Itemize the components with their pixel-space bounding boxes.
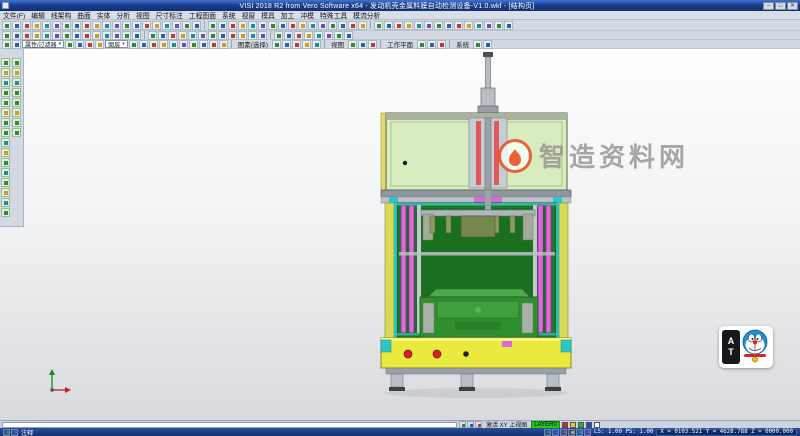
status-icon-group	[3, 429, 18, 436]
toolbar-icon[interactable]	[459, 421, 466, 428]
toolbar-icon[interactable]	[1, 138, 10, 147]
toolbar-icon[interactable]	[1, 128, 10, 137]
layer-color-swatch[interactable]	[562, 422, 568, 428]
layer-color-swatch[interactable]	[578, 422, 584, 428]
toolbar-icon[interactable]	[1, 108, 10, 117]
machine-3d-model[interactable]	[0, 0, 800, 436]
toolbar-icon[interactable]	[1, 178, 10, 187]
toolbar-icon[interactable]	[12, 98, 21, 107]
toolbar-icon[interactable]	[1, 88, 10, 97]
scale-readout: LS: 1.00 PS: 1.00	[594, 429, 653, 435]
toolbar-icon[interactable]	[1, 198, 10, 207]
toolbar-icon[interactable]	[1, 58, 10, 67]
toolbar-icon[interactable]	[544, 429, 551, 436]
layer-color-swatch[interactable]	[594, 422, 600, 428]
toolbar-icon[interactable]	[3, 429, 10, 436]
toolbar-icon[interactable]	[12, 78, 21, 87]
toolbar-icon[interactable]	[1, 148, 10, 157]
toolbar-icon[interactable]	[1, 208, 10, 217]
prompt-label: 注释	[21, 428, 33, 436]
left-toolbar-strip	[1, 58, 10, 217]
visi-application-window: VISI 2018 R2 from Vero Software x64 - 发动…	[0, 0, 800, 436]
toolbar-icon[interactable]	[552, 429, 559, 436]
toolbar-icon[interactable]	[1, 118, 10, 127]
watermark-text: 智造资料网	[539, 137, 689, 174]
toolbar-icon[interactable]	[1, 158, 10, 167]
toolbar-icon[interactable]	[1, 168, 10, 177]
at-badge-icon: A T	[722, 330, 740, 364]
status-row-upper: 激活 XY 上视图 LAYER0	[0, 420, 800, 428]
status-bar: 注释 LS: 1.00 PS: 1.00 X = 0103.521 Y = 46…	[0, 428, 800, 436]
toolbar-icon[interactable]	[576, 429, 583, 436]
toolbar-icon[interactable]	[467, 421, 474, 428]
watermark: 智造资料网	[497, 137, 689, 174]
corner-badge-card: A T	[719, 326, 773, 368]
layer-color-swatch[interactable]	[586, 422, 592, 428]
toolbar-icon[interactable]	[12, 68, 21, 77]
toolbar-icon[interactable]	[12, 88, 21, 97]
coordinates-readout: X = 0103.521 Y = 4628.788 Z = 0000.000	[656, 429, 797, 436]
layer-color-swatch[interactable]	[570, 422, 576, 428]
toolbar-icon[interactable]	[475, 421, 482, 428]
ucs-axis-triad	[49, 369, 71, 393]
status-icon-group	[459, 421, 482, 428]
at-badge-letter-bottom: T	[728, 347, 734, 358]
toolbar-icon[interactable]	[584, 429, 591, 436]
doraemon-icon	[740, 329, 770, 365]
toolbar-icon[interactable]	[568, 429, 575, 436]
toolbar-icon[interactable]	[1, 188, 10, 197]
toolbar-icon[interactable]	[12, 108, 21, 117]
watermark-logo-icon	[497, 138, 533, 174]
left-toolbar-panel	[0, 49, 24, 227]
toolbar-icon[interactable]	[12, 58, 21, 67]
left-toolbar-strip	[12, 58, 21, 137]
toolbar-icon[interactable]	[1, 98, 10, 107]
toolbar-icon[interactable]	[560, 429, 567, 436]
toolbar-icon[interactable]	[1, 68, 10, 77]
command-input[interactable]	[2, 422, 457, 428]
toolbar-icon[interactable]	[1, 78, 10, 87]
toolbar-icon[interactable]	[12, 128, 21, 137]
snap-toggle-group	[544, 429, 591, 436]
at-badge-letter-top: A	[728, 336, 735, 347]
toolbar-icon[interactable]	[12, 118, 21, 127]
toolbar-icon[interactable]	[11, 429, 18, 436]
